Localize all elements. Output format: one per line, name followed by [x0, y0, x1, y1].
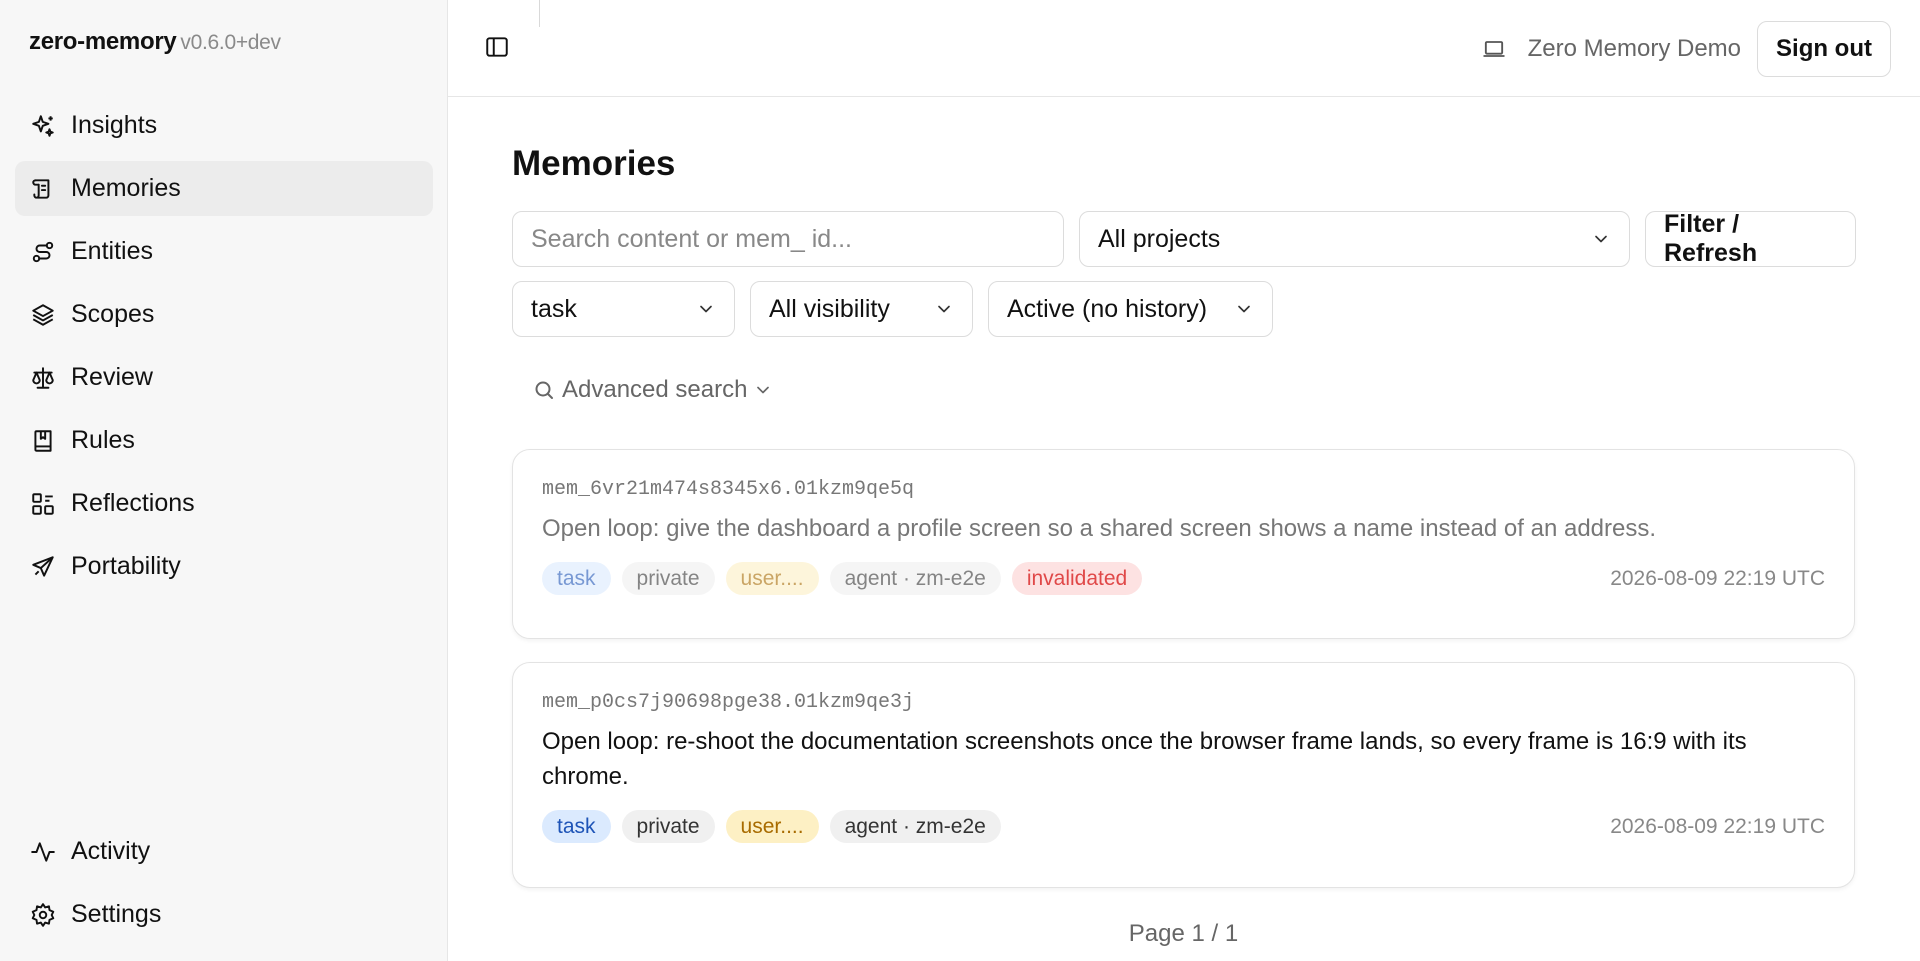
sidebar-toggle-button[interactable]	[482, 32, 512, 62]
memory-timestamp: 2026-08-09 22:19 UTC	[1610, 814, 1825, 838]
visibility-badge: private	[621, 562, 715, 595]
sidebar-item-label: Insights	[71, 111, 158, 139]
sidebar-item-label: Memories	[71, 174, 181, 202]
memory-content: Open loop: give the dashboard a profile …	[542, 515, 1657, 542]
sparkles-icon	[29, 112, 57, 140]
memory-timestamp: 2026-08-09 22:19 UTC	[1610, 566, 1825, 590]
visibility-badge: private	[621, 810, 715, 843]
page-title: Memories	[512, 144, 676, 183]
account-area: Zero Memory Demo Sign out	[1480, 21, 1891, 77]
sidebar-item-label: Reflections	[71, 489, 195, 517]
scroll-icon	[29, 175, 57, 203]
status-select-value: Active (no history)	[1007, 294, 1208, 323]
type-select-value: task	[531, 294, 577, 323]
chevron-down-icon	[700, 305, 712, 313]
shapes-icon	[29, 490, 57, 518]
project-select[interactable]: All projects	[1079, 211, 1630, 267]
advanced-search-toggle[interactable]: Advanced search	[532, 376, 773, 404]
sidebar-item-label: Settings	[71, 900, 162, 928]
main-content: Zero Memory Demo Sign out Memories All p…	[448, 0, 1920, 961]
sidebar-item-label: Rules	[71, 426, 135, 454]
filter-refresh-label: Filter / Refresh	[1664, 210, 1758, 267]
sidebar-item-portability[interactable]: Portability	[15, 539, 433, 594]
filter-refresh-button[interactable]: Filter / Refresh	[1645, 210, 1856, 267]
sidebar-item-memories[interactable]: Memories	[15, 161, 433, 216]
chevron-down-icon	[1595, 235, 1607, 243]
user-badge: user....	[725, 810, 819, 843]
sidebar-item-reflections[interactable]: Reflections	[15, 476, 433, 531]
activity-icon	[29, 838, 57, 866]
agent-badge: agent · zm-e2e	[829, 562, 1001, 595]
scale-icon	[29, 364, 57, 392]
memory-tags: task private user.... agent · zm-e2e inv…	[542, 562, 1825, 595]
sidebar-item-settings[interactable]: Settings	[15, 887, 433, 942]
laptop-icon	[1483, 41, 1505, 57]
agent-badge: agent · zm-e2e	[829, 810, 1001, 843]
memory-id[interactable]: mem_p0cs7j90698pge38.01kzm9qe3j	[542, 691, 1825, 714]
sidebar: zero-memory v0.6.0+dev Insights Memories …	[0, 0, 448, 961]
visibility-select-value: All visibility	[769, 294, 890, 323]
memory-tags: task private user.... agent · zm-e2e 202…	[542, 810, 1825, 843]
sign-out-button[interactable]: Sign out	[1757, 21, 1891, 77]
status-badge: invalidated	[1011, 562, 1143, 595]
search-input[interactable]	[531, 224, 1045, 254]
sidebar-item-scopes[interactable]: Scopes	[15, 287, 433, 342]
type-select[interactable]: task	[512, 281, 735, 337]
project-select-value: All projects	[1098, 224, 1221, 253]
type-badge: task	[542, 562, 611, 595]
advanced-search-label: Advanced search	[562, 376, 748, 403]
memory-id[interactable]: mem_6vr21m474s8345x6.01kzm9qe5q	[542, 478, 1825, 501]
sidebar-item-rules[interactable]: Rules	[15, 413, 433, 468]
route-icon	[29, 238, 57, 266]
gear-icon	[29, 901, 57, 929]
sidebar-nav: Insights Memories Entities Scopes Review	[15, 98, 433, 602]
sidebar-item-label: Portability	[71, 552, 181, 580]
plane-icon	[29, 553, 57, 581]
app-brand[interactable]: zero-memory v0.6.0+dev	[29, 28, 281, 56]
chevron-down-icon	[938, 305, 950, 313]
search-field	[512, 211, 1064, 267]
account-name: Zero Memory Demo	[1527, 35, 1742, 62]
app-version: v0.6.0+dev	[180, 31, 281, 54]
sidebar-item-insights[interactable]: Insights	[15, 98, 433, 153]
search-icon	[535, 381, 553, 399]
panel-left-icon	[486, 37, 508, 57]
chevron-down-icon	[757, 386, 770, 394]
sidebar-item-activity[interactable]: Activity	[15, 824, 433, 879]
sidebar-item-label: Entities	[71, 237, 153, 265]
layers-icon	[29, 301, 57, 329]
sidebar-item-label: Review	[71, 363, 153, 391]
status-select[interactable]: Active (no history)	[988, 281, 1273, 337]
memory-card[interactable]: mem_p0cs7j90698pge38.01kzm9qe3j Open loo…	[512, 662, 1855, 888]
chevron-down-icon	[1238, 305, 1250, 313]
pagination-label: Page 1 / 1	[1128, 920, 1239, 947]
visibility-select[interactable]: All visibility	[750, 281, 973, 337]
memory-card[interactable]: mem_6vr21m474s8345x6.01kzm9qe5q Open loo…	[512, 449, 1855, 639]
sidebar-item-label: Scopes	[71, 300, 155, 328]
sidebar-item-label: Activity	[71, 837, 151, 865]
app-name: zero-memory	[29, 28, 177, 55]
topbar: Zero Memory Demo Sign out	[448, 0, 1920, 97]
sidebar-item-entities[interactable]: Entities	[15, 224, 433, 279]
memory-content: Open loop: re-shoot the documentation sc…	[542, 728, 1747, 790]
user-badge: user....	[725, 562, 819, 595]
book-icon	[29, 427, 57, 455]
sidebar-bottom-nav: Activity Settings	[15, 824, 433, 950]
topbar-divider	[539, 0, 540, 27]
type-badge: task	[542, 810, 611, 843]
sidebar-item-review[interactable]: Review	[15, 350, 433, 405]
